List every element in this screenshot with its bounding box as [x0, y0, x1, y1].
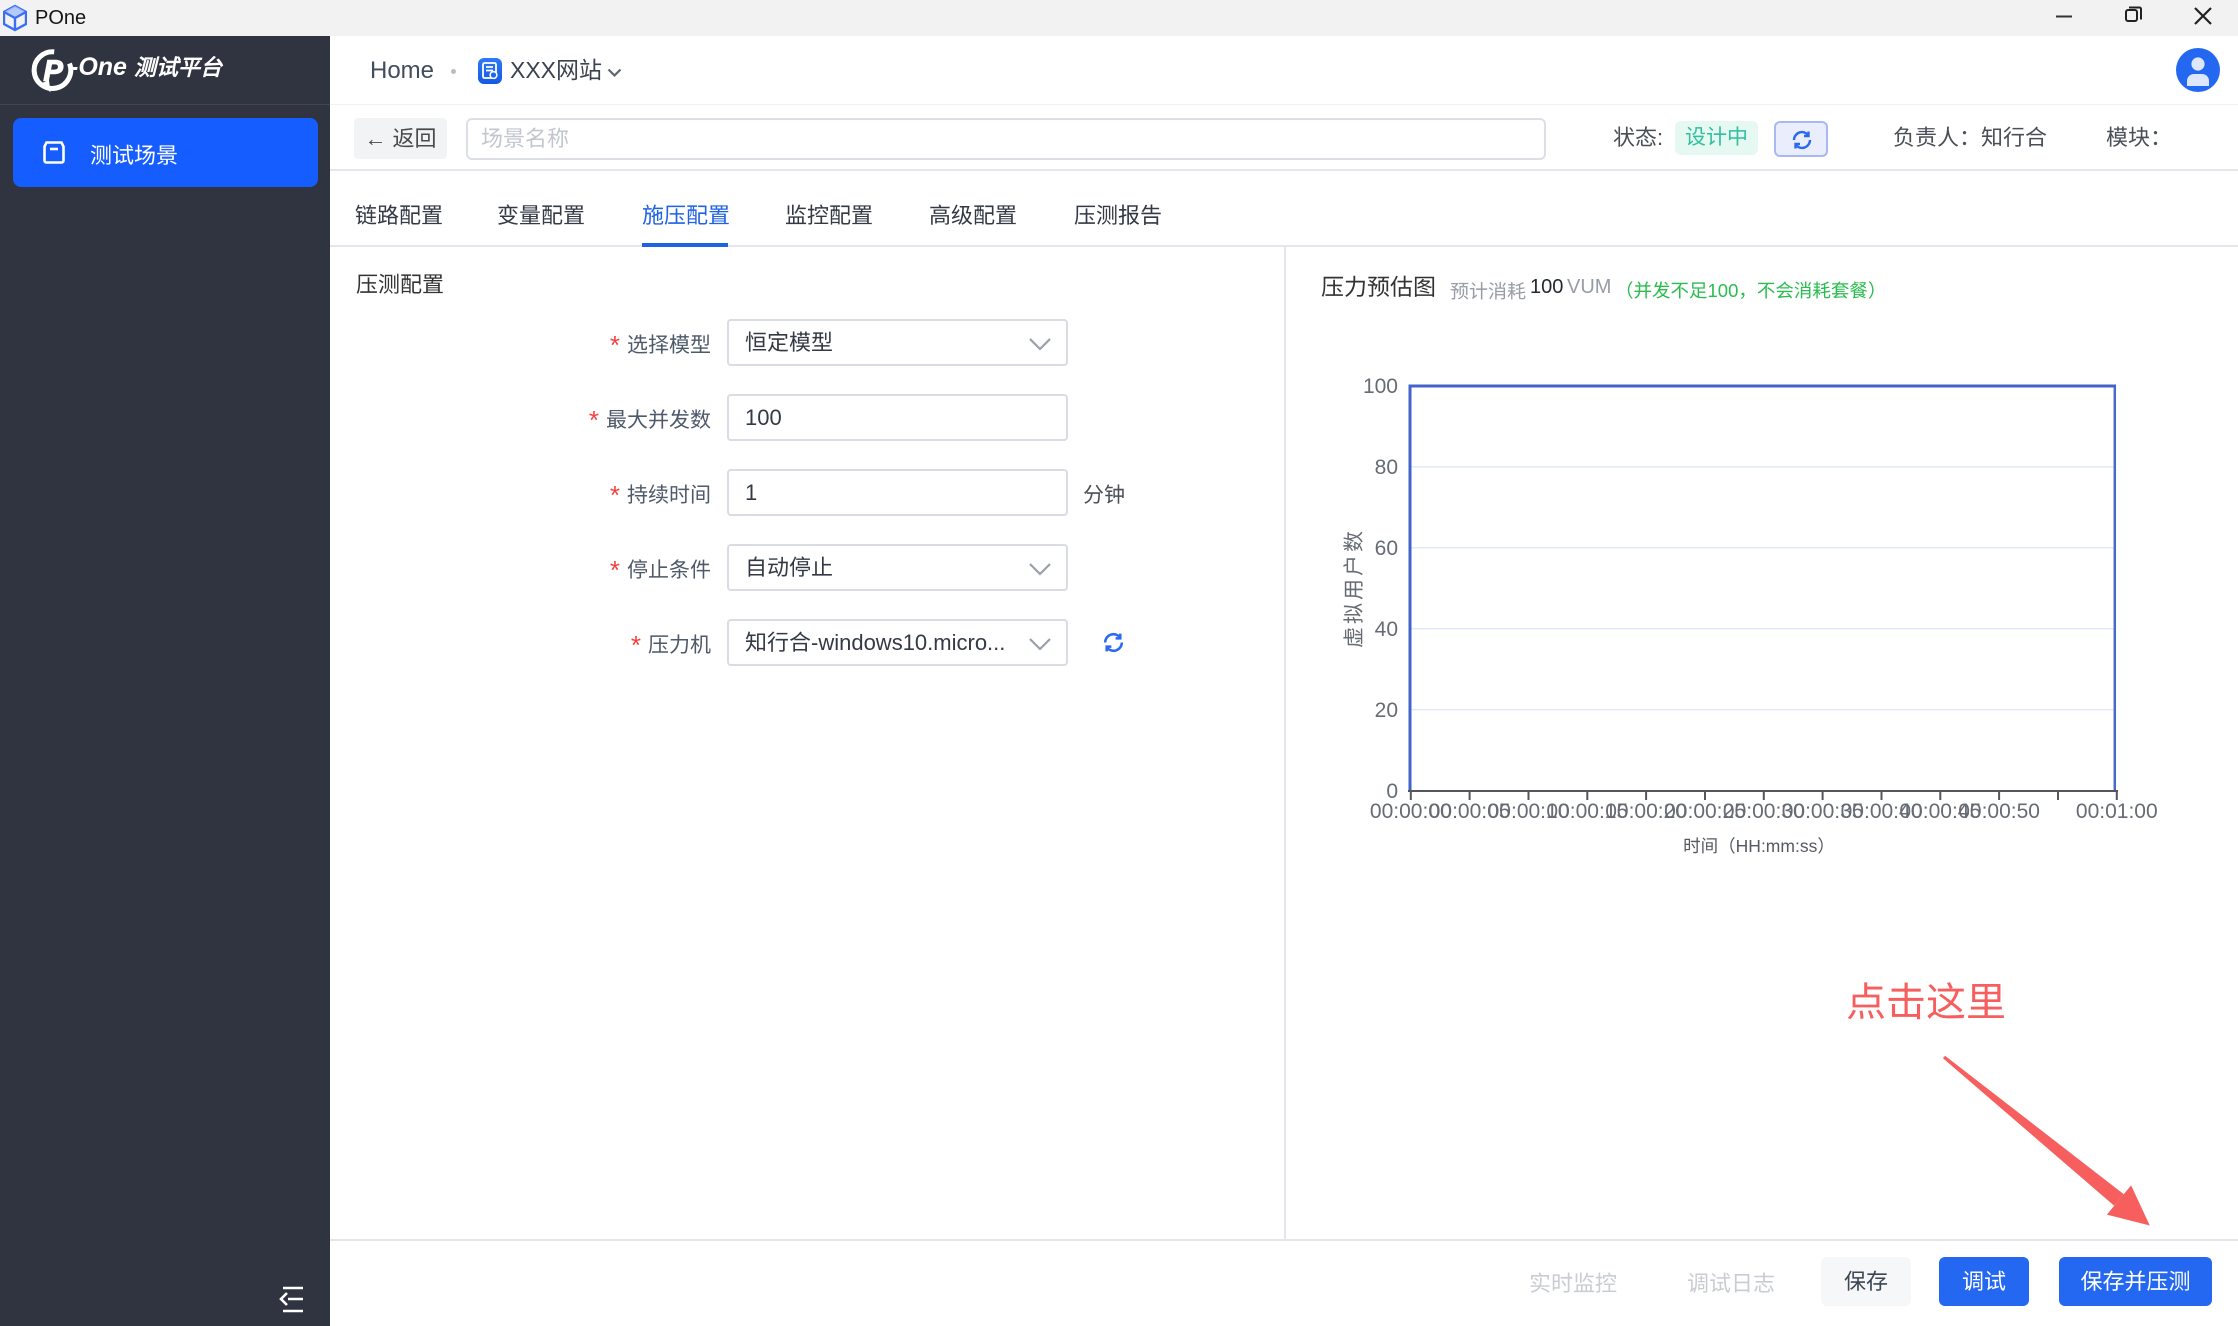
- svg-text:100: 100: [1363, 375, 1398, 398]
- svg-text:时间（HH:mm:ss）: 时间（HH:mm:ss）: [1683, 836, 1835, 856]
- svg-text:20: 20: [1375, 699, 1398, 722]
- svg-text:40: 40: [1375, 618, 1398, 641]
- svg-text:60: 60: [1375, 537, 1398, 560]
- svg-text:00:01:00: 00:01:00: [2076, 800, 2158, 823]
- svg-text:虚拟用户数: 虚拟用户数: [1343, 528, 1366, 648]
- svg-text:00:00:50: 00:00:50: [1958, 800, 2040, 823]
- svg-text:P: P: [44, 56, 64, 88]
- svg-text:80: 80: [1375, 456, 1398, 479]
